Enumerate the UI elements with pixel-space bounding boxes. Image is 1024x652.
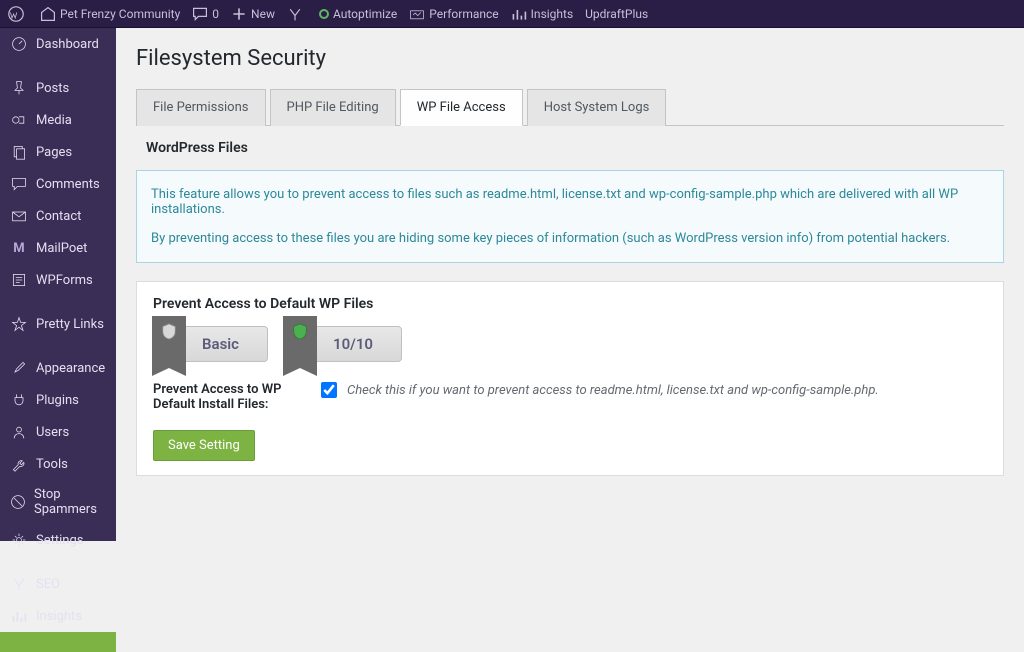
tabs: File Permissions PHP File Editing WP Fil… (136, 89, 1004, 126)
save-button[interactable]: Save Setting (153, 430, 255, 461)
chart-icon (10, 607, 28, 625)
sidebar-item-label: Pages (36, 145, 72, 160)
sidebar-item-prettylinks[interactable]: Pretty Links (0, 308, 116, 340)
sidebar-item-label: Comments (36, 177, 100, 192)
sidebar-item-active[interactable] (0, 632, 116, 652)
mail-icon (10, 207, 28, 225)
tab-file-permissions[interactable]: File Permissions (136, 89, 266, 126)
tab-host-system-logs[interactable]: Host System Logs (527, 89, 667, 126)
prevent-access-checkbox[interactable] (321, 382, 337, 398)
gear-icon (10, 531, 28, 549)
tab-php-file-editing[interactable]: PHP File Editing (270, 89, 396, 126)
sidebar-item-plugins[interactable]: Plugins (0, 384, 116, 416)
sidebar-item-label: Users (36, 425, 69, 440)
autoptimize-label: Autoptimize (333, 7, 397, 21)
performance-label: Performance (429, 7, 498, 21)
site-link[interactable]: Pet Frenzy Community (40, 0, 180, 27)
main-content: Filesystem Security File Permissions PHP… (116, 28, 1024, 494)
info-box: This feature allows you to prevent acces… (136, 170, 1004, 263)
sidebar-item-appearance[interactable]: Appearance (0, 352, 116, 384)
sidebar-item-label: SEO (36, 577, 60, 592)
media-icon (10, 111, 28, 129)
wrench-icon (10, 455, 28, 473)
shield-green-icon (283, 316, 317, 368)
form-icon (10, 271, 28, 289)
sidebar-item-stopspammers[interactable]: Stop Spammers (0, 480, 116, 524)
badges: Basic 10/10 (153, 326, 987, 362)
site-name: Pet Frenzy Community (60, 7, 180, 21)
sidebar-item-label: Dashboard (36, 37, 99, 52)
comment-icon (10, 175, 28, 193)
admin-sidebar: Dashboard Posts Media Pages Comments Con… (0, 28, 116, 541)
form-row: Prevent Access to WP Default Install Fil… (153, 382, 987, 412)
sidebar-item-settings[interactable]: Settings (0, 524, 116, 556)
m-icon: M (10, 239, 28, 257)
form-field: Check this if you want to prevent access… (321, 382, 879, 398)
updraft-label: UpdraftPlus (585, 7, 648, 21)
sidebar-item-tools[interactable]: Tools (0, 448, 116, 480)
sidebar-item-label: Settings (36, 533, 83, 548)
sidebar-item-insights[interactable]: Insights (0, 600, 116, 632)
sidebar-item-label: MailPoet (36, 241, 87, 256)
sidebar-item-label: Stop Spammers (34, 487, 106, 517)
sidebar-item-media[interactable]: Media (0, 104, 116, 136)
sidebar-item-label: Contact (36, 209, 81, 224)
stop-icon (10, 493, 26, 511)
plug-icon (10, 391, 28, 409)
form-label: Prevent Access to WP Default Install Fil… (153, 382, 321, 412)
dashboard-icon (10, 35, 28, 53)
sidebar-item-label: Tools (36, 457, 68, 472)
wp-logo[interactable] (8, 0, 28, 27)
settings-card: Prevent Access to Default WP Files Basic… (136, 281, 1004, 476)
sidebar-item-posts[interactable]: Posts (0, 72, 116, 104)
pin-icon (10, 79, 28, 97)
insights-label: Insights (531, 7, 573, 21)
card-title: Prevent Access to Default WP Files (153, 296, 987, 312)
sidebar-item-label: Appearance (36, 361, 105, 376)
badge-score: 10/10 (284, 326, 402, 362)
shield-grey-icon (152, 316, 186, 368)
new-link[interactable]: New (231, 0, 275, 27)
performance-link[interactable]: Performance (409, 0, 498, 27)
seo-icon (10, 575, 28, 593)
comments-count: 0 (212, 7, 219, 21)
sidebar-item-mailpoet[interactable]: M MailPoet (0, 232, 116, 264)
comments-link[interactable]: 0 (192, 0, 219, 27)
new-label: New (251, 7, 275, 21)
tab-wp-file-access[interactable]: WP File Access (400, 89, 523, 126)
circle-icon (319, 9, 329, 19)
badge-score-label: 10/10 (333, 335, 373, 353)
sidebar-item-label: WPForms (36, 273, 93, 288)
info-text-1: This feature allows you to prevent acces… (151, 187, 989, 217)
star-icon (10, 315, 28, 333)
user-icon (10, 423, 28, 441)
checkbox-label: Check this if you want to prevent access… (347, 383, 879, 398)
badge-basic: Basic (153, 326, 268, 362)
section-title: WordPress Files (146, 140, 1004, 156)
pages-icon (10, 143, 28, 161)
sidebar-item-label: Insights (36, 609, 82, 624)
sidebar-item-seo[interactable]: SEO (0, 568, 116, 600)
autoptimize-link[interactable]: Autoptimize (319, 0, 397, 27)
info-text-2: By preventing access to these files you … (151, 231, 989, 246)
sidebar-item-pages[interactable]: Pages (0, 136, 116, 168)
brush-icon (10, 359, 28, 377)
sidebar-item-dashboard[interactable]: Dashboard (0, 28, 116, 60)
sidebar-item-contact[interactable]: Contact (0, 200, 116, 232)
yoast-link[interactable] (287, 0, 307, 27)
admin-toolbar: Pet Frenzy Community 0 New Autoptimize P… (0, 0, 1024, 28)
sidebar-item-label: Media (36, 113, 72, 128)
sidebar-item-users[interactable]: Users (0, 416, 116, 448)
page-title: Filesystem Security (136, 46, 1004, 71)
updraft-link[interactable]: UpdraftPlus (585, 0, 648, 27)
sidebar-item-label: Posts (36, 81, 69, 96)
sidebar-item-wpforms[interactable]: WPForms (0, 264, 116, 296)
insights-link[interactable]: Insights (511, 0, 573, 27)
sidebar-item-comments[interactable]: Comments (0, 168, 116, 200)
sidebar-item-label: Pretty Links (36, 317, 104, 332)
badge-basic-label: Basic (202, 335, 239, 353)
sidebar-item-label: Plugins (36, 393, 79, 408)
